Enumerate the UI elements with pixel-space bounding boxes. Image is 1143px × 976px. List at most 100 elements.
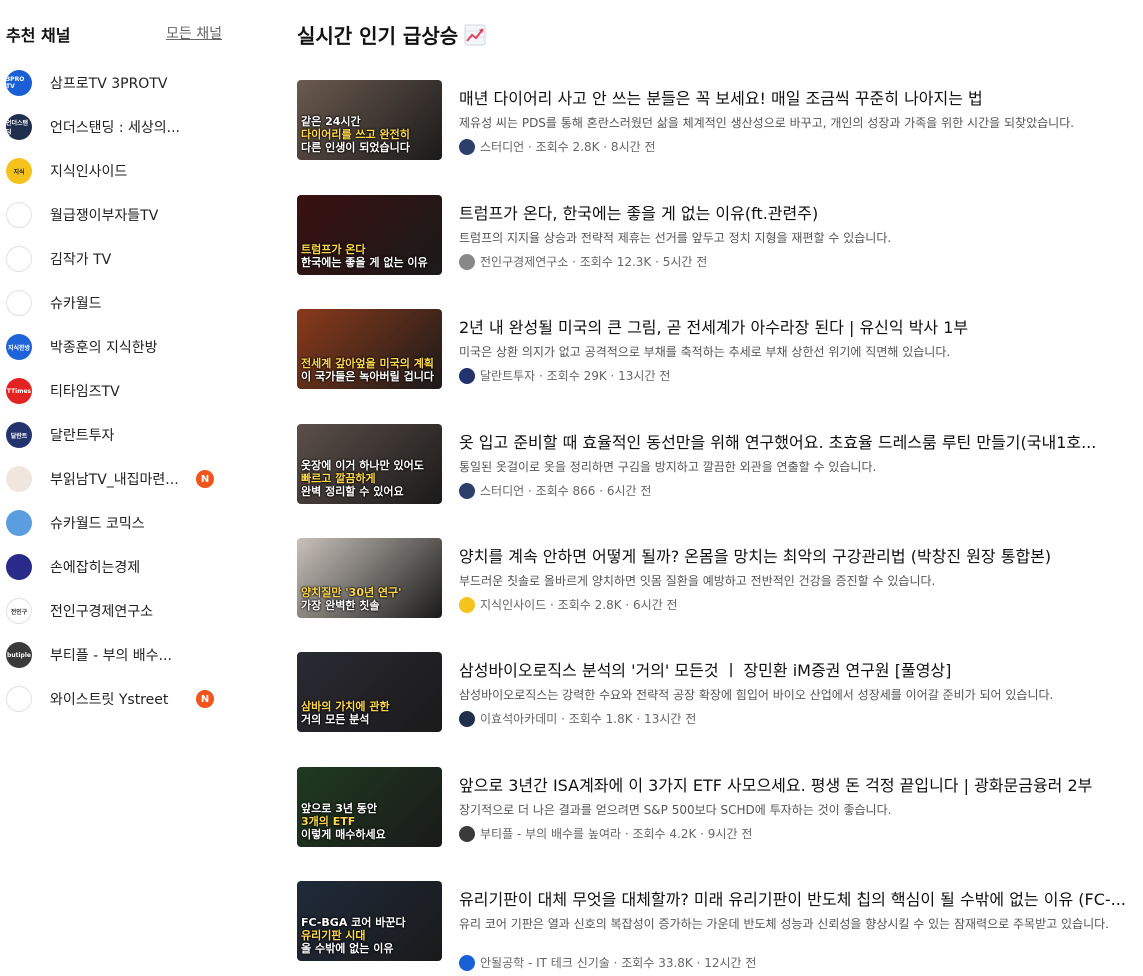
thumbnail-caption: 삼바의 가치에 관한 거의 모든 분석 [301,700,438,726]
channel-avatar-icon [459,954,475,971]
channel-name: 언더스탠딩 : 세상의... [50,120,181,136]
page-title: 실시간 인기 급상승 [297,20,486,49]
video-description: 유리 코어 기판은 열과 신호의 복잡성이 증가하는 가운데 반도체 성능과 신… [459,917,1109,931]
video-thumbnail[interactable]: 같은 24시간 다이어리를 쓰고 완전히 다른 인생이 되었습니다 [297,80,442,160]
video-card[interactable]: FC-BGA 코어 바꾼다 유리기판 시대 올 수밖에 없는 이유 유리기판이 대체 … [297,881,1137,973]
video-title[interactable]: 유리기판이 대체 무엇을 대체할까? 미래 유리기판이 반도체 칩의 핵심이 될… [459,886,1131,910]
sidebar-channel-item[interactable]: 손에잡히는경제 [6,545,256,589]
sidebar-channel-item[interactable]: 슈카월드 코믹스 [6,501,256,545]
butiple-logo-icon: butiple [6,642,32,668]
sidebar-channel-item[interactable]: 월급쟁이부자들TV [6,193,256,237]
video-card[interactable]: 같은 24시간 다이어리를 쓰고 완전히 다른 인생이 되었습니다 매년 다이어리 사… [297,80,1137,172]
video-title[interactable]: 옷 입고 준비할 때 효율적인 동선만을 위해 연구했어요. 초효율 드레스룸 … [459,429,1131,453]
video-description: 통일된 옷걸이로 옷을 정리하면 구김을 방지하고 깔끔한 외관을 연출할 수 … [459,460,877,474]
video-meta-text: 지식인사이드 · 조회수 2.8K · 6시간 전 [480,598,678,612]
video-meta: 부티플 - 부의 배수를 높여라 · 조회수 4.2K · 9시간 전 [459,825,752,842]
thumbnail-caption-line: 같은 24시간 [301,115,361,128]
video-description: 장기적으로 더 나은 결과를 얻으려면 S&P 500보다 SCHD에 투자하는… [459,803,892,817]
sidebar-channel-item[interactable]: 지식한방 박종훈의 지식한방 [6,325,256,369]
thumbnail-caption-line: 트럼프가 온다 [301,243,366,256]
thumbnail-caption: 앞으로 3년 동안 3개의 ETF 이렇게 매수하세요 [301,802,438,841]
thumbnail-caption-line: 옷장에 이거 하나만 있어도 [301,459,424,472]
channel-avatar-icon [459,825,475,842]
channel-name: 삼프로TV 3PROTV [50,76,168,92]
thumbnail-caption-line: 이 국가들은 녹아버릴 겁니다 [301,370,434,383]
thumbnail-caption: 전세계 갚아엎을 미국의 계획 이 국가들은 녹아버릴 겁니다 [301,357,438,383]
thumbnail-caption: 옷장에 이거 하나만 있어도 빠르고 깔끔하게 완벽 정리할 수 있어요 [301,459,438,498]
video-title[interactable]: 삼성바이오로직스 분석의 '거의' 모든것 ㅣ 장민환 iM증권 연구원 [풀영… [459,657,1131,681]
video-title[interactable]: 양치를 계속 안하면 어떻게 될까? 온몸을 망치는 최악의 구강관리법 (박창… [459,543,1131,567]
channel-name: 슈카월드 코믹스 [50,516,145,532]
video-meta: 지식인사이드 · 조회수 2.8K · 6시간 전 [459,596,678,613]
video-thumbnail[interactable]: 전세계 갚아엎을 미국의 계획 이 국가들은 녹아버릴 겁니다 [297,309,442,389]
thumbnail-caption: 트럼프가 온다 한국에는 좋을 게 없는 이유 [301,243,438,269]
sidebar-channel-item[interactable]: 슈카월드 [6,281,256,325]
sidebar-channel-item[interactable]: 언더스탠딩 언더스탠딩 : 세상의... [6,105,256,149]
video-title[interactable]: 앞으로 3년간 ISA계좌에 이 3가지 ETF 사모으세요. 평생 돈 걱정 … [459,772,1131,796]
new-badge: N [196,690,214,708]
video-description: 삼성바이오로직스는 강력한 수요와 전략적 공장 확장에 힘입어 바이오 산업에… [459,688,1054,702]
new-badge: N [196,470,214,488]
sidebar-channel-item[interactable]: TTimes 티타임즈TV [6,369,256,413]
syuka-logo-icon [6,290,32,316]
sidebar-channel-item[interactable]: butiple 부티플 - 부의 배수... [6,633,256,677]
video-thumbnail[interactable]: 옷장에 이거 하나만 있어도 빠르고 깔끔하게 완벽 정리할 수 있어요 [297,424,442,504]
video-meta: 스터디언 · 조회수 866 · 6시간 전 [459,482,651,499]
video-thumbnail[interactable]: 앞으로 3년 동안 3개의 ETF 이렇게 매수하세요 [297,767,442,847]
thumbnail-caption-line: 가장 완벽한 칫솔 [301,599,380,612]
video-description: 트럼프의 지지율 상승과 전략적 제휴는 선거를 앞두고 정치 지형을 재편할 … [459,231,892,245]
channel-avatar-icon [459,253,475,270]
video-meta: 전인구경제연구소 · 조회수 12.3K · 5시간 전 [459,253,707,270]
sidebar-channel-item[interactable]: 와이스트릿 Ystreet N [6,677,256,721]
video-meta-text: 전인구경제연구소 · 조회수 12.3K · 5시간 전 [480,255,708,269]
thumbnail-caption-line: 완벽 정리할 수 있어요 [301,485,404,498]
video-meta-text: 안될공학 - IT 테크 신기술 · 조회수 33.8K · 12시간 전 [480,956,757,970]
ttimes-logo-icon: TTimes [6,378,32,404]
video-meta-text: 이효석아카데미 · 조회수 1.8K · 13시간 전 [480,712,697,726]
video-meta: 달란트투자 · 조회수 29K · 13시간 전 [459,367,670,384]
video-thumbnail[interactable]: 삼바의 가치에 관한 거의 모든 분석 [297,652,442,732]
thumbnail-caption-line: FC-BGA 코어 바꾼다 [301,916,406,929]
video-thumbnail[interactable]: FC-BGA 코어 바꾼다 유리기판 시대 올 수밖에 없는 이유 [297,881,442,961]
video-card[interactable]: 전세계 갚아엎을 미국의 계획 이 국가들은 녹아버릴 겁니다 2년 내 완성될 미… [297,309,1137,401]
channel-name: 박종훈의 지식한방 [50,340,158,356]
sidebar-header: 추천 채널 모든 채널 [6,22,222,45]
video-meta-text: 달란트투자 · 조회수 29K · 13시간 전 [480,369,671,383]
channel-name: 월급쟁이부자들TV [50,208,159,224]
channel-name: 김작가 TV [50,252,112,268]
video-thumbnail[interactable]: 양치질만 '30년 연구' 가장 완벽한 칫솔 [297,538,442,618]
video-card[interactable]: 양치질만 '30년 연구' 가장 완벽한 칫솔 양치를 계속 안하면 어떻게 될까?… [297,538,1137,630]
thumbnail-caption-line: 양치질만 '30년 연구' [301,586,402,599]
channel-name: 와이스트릿 Ystreet [50,692,169,708]
sidebar-channel-item[interactable]: 지식 지식인사이드 [6,149,256,193]
all-channels-link[interactable]: 모든 채널 [166,23,222,43]
sidebar-channel-item[interactable]: 전인구 전인구경제연구소 [6,589,256,633]
sidebar-channel-item[interactable]: 부읽남TV_내집마련... N [6,457,256,501]
sidebar-channel-item[interactable]: 김작가 TV [6,237,256,281]
video-meta: 이효석아카데미 · 조회수 1.8K · 13시간 전 [459,710,696,727]
video-title[interactable]: 2년 내 완성될 미국의 큰 그림, 곧 전세계가 아수라장 된다 | 유신익 … [459,314,1131,338]
video-title[interactable]: 매년 다이어리 사고 안 쓰는 분들은 꼭 보세요! 매일 조금씩 꾸준히 나아… [459,85,1131,109]
recommended-channels-sidebar: 추천 채널 모든 채널 3PRO TV 삼프로TV 3PROTV 언더스탠딩 언더스탠… [0,0,260,976]
channel-name: 전인구경제연구소 [50,604,154,620]
channel-name: 달란트투자 [50,428,115,444]
builknam-avatar-icon [6,466,32,492]
video-thumbnail[interactable]: 트럼프가 온다 한국에는 좋을 게 없는 이유 [297,195,442,275]
video-title[interactable]: 트럼프가 온다, 한국에는 좋을 게 없는 이유(ft.관련주) [459,200,1131,224]
chart-increasing-icon [464,24,486,46]
video-card[interactable]: 앞으로 3년 동안 3개의 ETF 이렇게 매수하세요 앞으로 3년간 ISA계좌에 … [297,767,1137,859]
syuka-comics-logo-icon [6,510,32,536]
video-meta-text: 스터디언 · 조회수 2.8K · 8시간 전 [480,140,656,154]
channel-avatar-icon [459,482,475,499]
jisik-inside-logo-icon: 지식 [6,158,32,184]
video-meta-text: 스터디언 · 조회수 866 · 6시간 전 [480,484,652,498]
thumbnail-caption: 같은 24시간 다이어리를 쓰고 완전히 다른 인생이 되었습니다 [301,115,438,154]
channel-list: 3PRO TV 삼프로TV 3PROTV 언더스탠딩 언더스탠딩 : 세상의... 지식… [6,61,256,721]
video-card[interactable]: 트럼프가 온다 한국에는 좋을 게 없는 이유 트럼프가 온다, 한국에는 좋을 게… [297,195,1137,287]
channel-name: 슈카월드 [50,296,102,312]
thumbnail-caption-line: 다이어리를 쓰고 완전히 [301,128,410,141]
video-card[interactable]: 삼바의 가치에 관한 거의 모든 분석 삼성바이오로직스 분석의 '거의' 모든것 … [297,652,1137,744]
video-card[interactable]: 옷장에 이거 하나만 있어도 빠르고 깔끔하게 완벽 정리할 수 있어요 옷 입고 준… [297,424,1137,516]
sidebar-channel-item[interactable]: 3PRO TV 삼프로TV 3PROTV [6,61,256,105]
sidebar-channel-item[interactable]: 달란트 달란트투자 [6,413,256,457]
